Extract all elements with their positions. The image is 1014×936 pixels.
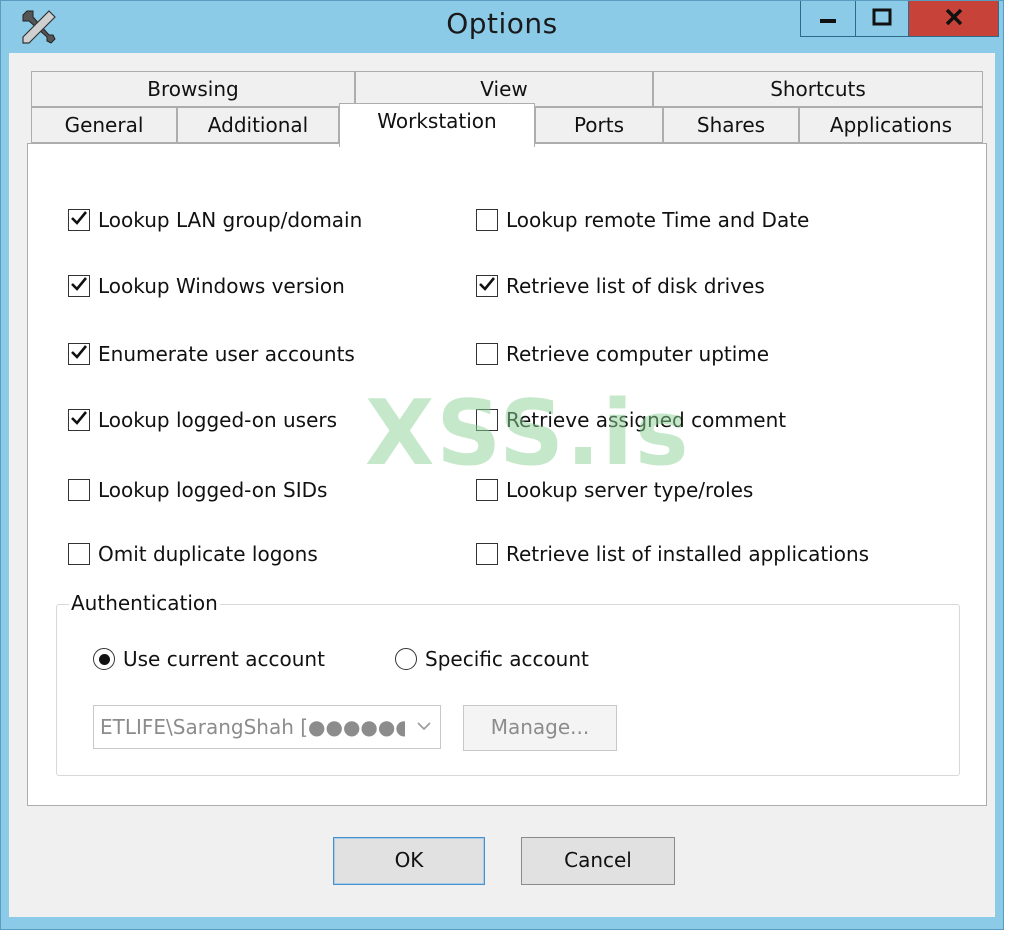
radio-dot [98,653,110,665]
manage-button[interactable]: Manage... [463,705,617,751]
close-button[interactable] [909,1,999,37]
checkbox-row[interactable]: Lookup remote Time and Date [476,206,809,234]
tab-workstation[interactable]: Workstation [339,103,535,147]
checkmark-icon [70,343,88,365]
checkbox-label: Enumerate user accounts [98,342,355,366]
checkmark-icon [70,209,88,231]
tab-additional[interactable]: Additional [177,107,339,143]
checkbox-label: Retrieve assigned comment [506,408,787,432]
radio-button[interactable] [93,648,115,670]
checkbox[interactable] [476,275,498,297]
account-dropdown[interactable]: ETLIFE\SarangShah [●●●●●●●● [93,705,441,749]
checkbox-row[interactable]: Omit duplicate logons [68,540,318,568]
checkbox[interactable] [68,209,90,231]
checkbox[interactable] [476,479,498,501]
checkbox-row[interactable]: Lookup Windows version [68,272,345,300]
tab-shares[interactable]: Shares [663,107,799,143]
chevron-down-icon [414,716,434,736]
checkbox-row[interactable]: Enumerate user accounts [68,340,355,368]
checkbox-label: Lookup server type/roles [506,478,754,502]
authentication-group: Authentication Use current account Speci… [56,591,960,776]
checkbox-row[interactable]: Retrieve computer uptime [476,340,769,368]
checkbox[interactable] [476,543,498,565]
radio-label: Specific account [425,647,589,671]
account-value: ETLIFE\SarangShah [●●●●●●●● [100,715,405,739]
checkmark-icon [478,275,496,297]
options-window: Options Browsing View Shortcuts General … [0,0,1004,930]
checkbox-label: Retrieve list of installed applications [506,542,870,566]
checkbox-row[interactable]: Lookup logged-on users [68,406,337,434]
checkbox[interactable] [68,275,90,297]
checkbox-row[interactable]: Retrieve assigned comment [476,406,786,434]
checkbox[interactable] [68,543,90,565]
checkbox-row[interactable]: Lookup logged-on SIDs [68,476,327,504]
checkbox-label: Lookup LAN group/domain [98,208,363,232]
checkbox-row[interactable]: Lookup server type/roles [476,476,753,504]
checkbox-label: Lookup logged-on SIDs [98,478,328,502]
checkbox-label: Lookup remote Time and Date [506,208,810,232]
tab-view[interactable]: View [355,71,653,107]
ok-button[interactable]: OK [333,837,485,885]
radio-specific-account[interactable]: Specific account [395,645,589,673]
minimize-icon [818,9,838,28]
dialog-content: Browsing View Shortcuts General Addition… [9,53,995,917]
checkbox[interactable] [68,409,90,431]
title-bar[interactable]: Options [1,1,1003,53]
minimize-button[interactable] [800,1,856,37]
checkbox[interactable] [476,343,498,365]
maximize-button[interactable] [856,1,909,37]
checkbox[interactable] [476,409,498,431]
radio-button[interactable] [395,648,417,670]
maximize-icon [872,8,892,30]
checkbox-label: Lookup logged-on users [98,408,338,432]
tab-ports[interactable]: Ports [535,107,663,143]
workstation-panel: Lookup LAN group/domain Lookup Windows v… [27,143,987,806]
tab-general[interactable]: General [31,107,177,143]
cancel-button[interactable]: Cancel [521,837,675,885]
checkbox-label: Lookup Windows version [98,274,345,298]
radio-label: Use current account [123,647,325,671]
checkmark-icon [70,409,88,431]
tab-applications[interactable]: Applications [799,107,983,143]
checkbox[interactable] [476,209,498,231]
checkbox-label: Retrieve list of disk drives [506,274,765,298]
window-controls [800,1,999,38]
tab-shortcuts[interactable]: Shortcuts [653,71,983,107]
checkbox[interactable] [68,479,90,501]
checkbox-label: Retrieve computer uptime [506,342,770,366]
checkbox[interactable] [68,343,90,365]
radio-use-current-account[interactable]: Use current account [93,645,325,673]
tab-browsing[interactable]: Browsing [31,71,355,107]
checkbox-row[interactable]: Lookup LAN group/domain [68,206,362,234]
close-icon [944,8,964,30]
checkbox-row[interactable]: Retrieve list of installed applications [476,540,869,568]
authentication-legend: Authentication [69,591,220,615]
checkmark-icon [70,275,88,297]
checkbox-row[interactable]: Retrieve list of disk drives [476,272,765,300]
checkbox-label: Omit duplicate logons [98,542,318,566]
